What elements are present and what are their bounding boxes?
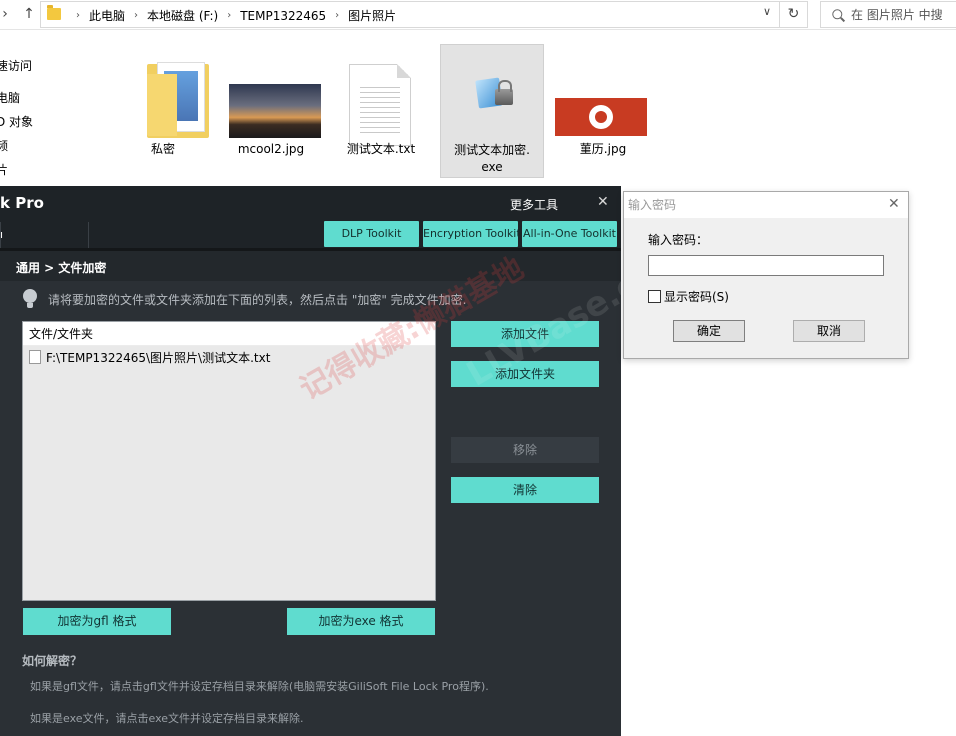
cancel-button[interactable]: 取消 [793,320,865,342]
folder-icon [111,44,215,140]
list-item[interactable]: F:\TEMP1322465\图片照片\测试文本.txt [23,346,435,368]
app-title: k Pro [0,194,44,212]
nav-item-this-pc[interactable]: 电脑 [0,89,20,106]
file-name: 私密 [150,142,175,156]
lightbulb-icon [22,289,38,309]
file-item-test-txt[interactable]: 测试文本.txt [329,44,433,178]
chevron-right-icon: › [76,10,80,21]
clear-button[interactable]: 清除 [451,477,599,503]
forward-arrow-icon[interactable]: › [0,4,14,24]
search-icon [830,6,845,21]
file-list[interactable]: 文件/文件夹 F:\TEMP1322465\图片照片\测试文本.txt [22,321,436,601]
file-name: 测试文本加密. exe [454,143,530,174]
file-view: 私密 mcool2.jpg 测试文本.txt 测试文本加密. exe 菫历.jp… [95,30,956,186]
nav-item-pictures[interactable]: 片 [0,161,8,178]
dialog-body: 输入密码： 显示密码(S) 确定 取消 [624,218,908,358]
close-icon[interactable]: ✕ [888,196,900,212]
chevron-right-icon[interactable]: › [227,10,231,21]
folder-icon [47,5,61,20]
add-folder-button[interactable]: 添加文件夹 [451,361,599,387]
app-breadcrumb-bar: 通用 > 文件加密 [0,251,621,281]
screen: › ↑ › 此电脑 › 本地磁盘 (F:) › TEMP1322465 › 图片… [0,0,956,736]
image-thumbnail [555,98,647,136]
file-name: 测试文本.txt [346,142,416,156]
show-password-checkbox[interactable] [648,290,661,303]
chevron-right-icon[interactable]: › [335,10,339,21]
search-input[interactable]: 在 图片照片 中搜 [820,1,956,28]
all-in-one-toolkit-button[interactable]: All-in-One Toolkit [522,221,617,247]
password-dialog: 输入密码 ✕ 输入密码： 显示密码(S) 确定 取消 [623,191,909,359]
encrypt-exe-button[interactable]: 加密为exe 格式 [287,608,435,635]
hint-text: 请将要加密的文件或文件夹添加在下面的列表，然后点击 "加密" 完成文件加密. [48,292,467,307]
show-password-label[interactable]: 显示密码(S) [664,288,729,305]
breadcrumb: › 此电脑 › 本地磁盘 (F:) › TEMP1322465 › 图片照片 [67,2,396,29]
nav-item-videos[interactable]: 频 [0,137,8,154]
more-tools-button[interactable]: 更多工具 [510,196,558,213]
nav-item-quick-access[interactable]: 速访问 [0,57,32,74]
how-line-gfl: 如果是gfl文件，请点击gfl文件并设定存档目录来解除(电脑需安装GiliSof… [30,680,489,693]
file-name: mcool2.jpg [237,142,305,156]
how-to-decrypt-title: 如何解密？ [22,654,83,668]
navigation-pane: 速访问 电脑 D 对象 频 片 [0,30,95,186]
encryption-toolkit-button[interactable]: Encryption Toolkit [423,221,521,247]
crumb-pictures[interactable]: 图片照片 [348,7,396,24]
add-file-button[interactable]: 添加文件 [451,321,599,347]
explorer-address-bar: › ↑ › 此电脑 › 本地磁盘 (F:) › TEMP1322465 › 图片… [0,0,956,30]
refresh-icon[interactable]: ↻ [780,1,808,28]
app-titlebar: k Pro 更多工具 ✕ [0,186,621,222]
address-box[interactable]: › 此电脑 › 本地磁盘 (F:) › TEMP1322465 › 图片照片 ∨ [40,1,780,28]
ok-button[interactable]: 确定 [673,320,745,342]
list-header: 文件/文件夹 [23,322,435,346]
list-item-path: F:\TEMP1322465\图片照片\测试文本.txt [46,350,271,365]
crumb-drive[interactable]: 本地磁盘 (F:) [147,7,218,24]
search-placeholder: 在 图片照片 中搜 [851,8,943,22]
image-thumbnail [229,84,321,138]
chevron-right-icon[interactable]: › [134,10,138,21]
file-item-test-exe[interactable]: 测试文本加密. exe [440,44,544,178]
remove-button[interactable]: 移除 [451,437,599,463]
text-file-icon [349,64,411,146]
close-icon[interactable]: ✕ [597,195,609,209]
file-name: 菫历.jpg [579,142,627,156]
dlp-toolkit-button[interactable]: DLP Toolkit [324,221,419,247]
file-icon [29,350,41,364]
file-item-calendar-jpg[interactable]: 菫历.jpg [551,44,655,178]
dialog-title: 输入密码 [628,198,677,212]
encrypt-gfl-button[interactable]: 加密为gfl 格式 [23,608,171,635]
file-item-private-folder[interactable]: 私密 [111,44,215,178]
password-input[interactable] [648,255,884,276]
chevron-down-icon[interactable]: ∨ [763,5,771,18]
locked-exe-icon [475,73,515,113]
hint-row: 请将要加密的文件或文件夹添加在下面的列表，然后点击 "加密" 完成文件加密. [22,289,467,309]
file-item-mcool2[interactable]: mcool2.jpg [219,44,323,178]
up-arrow-icon[interactable]: ↑ [20,4,38,24]
app-breadcrumb: 通用 > 文件加密 [16,261,107,275]
file-lock-app-window: k Pro 更多工具 ✕ ı DLP Toolkit Encryption To… [0,186,621,736]
how-line-exe: 如果是exe文件，请点击exe文件并设定存档目录来解除. [30,712,304,725]
password-label: 输入密码： [648,233,709,247]
crumb-temp[interactable]: TEMP1322465 [240,9,326,23]
crumb-this-pc[interactable]: 此电脑 [89,7,125,24]
nav-item-3d-objects[interactable]: D 对象 [0,113,33,130]
show-password-row[interactable]: 显示密码(S) [648,288,729,305]
